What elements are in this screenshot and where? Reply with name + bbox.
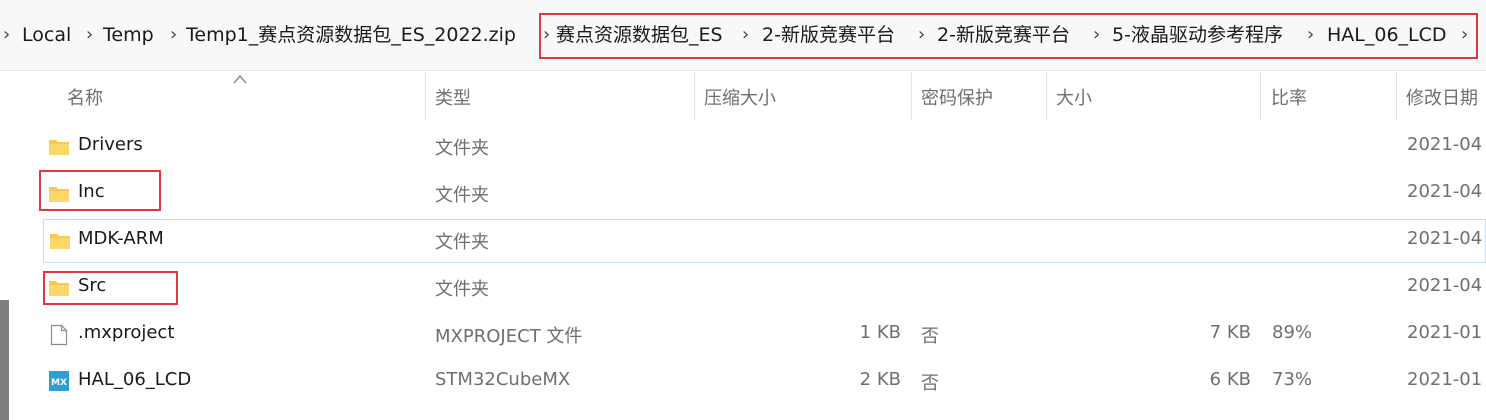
column-divider[interactable] (1260, 72, 1261, 120)
file-modified: 2021-04 (1407, 228, 1483, 249)
file-modified: 2021-01 (1407, 322, 1483, 343)
breadcrumb-chevron-icon[interactable]: › (543, 22, 550, 48)
file-modified: 2021-04 (1407, 181, 1483, 202)
file-type: MXPROJECT 文件 (435, 326, 583, 347)
column-header-ratio[interactable]: 比率 (1271, 84, 1307, 110)
file-type: 文件夹 (435, 279, 489, 300)
address-bar[interactable]: › Local › Temp › Temp1_赛点资源数据包_ES_2022.z… (0, 0, 1486, 71)
column-divider[interactable] (1396, 72, 1397, 120)
breadcrumb-item-platform-2[interactable]: 2-新版竞赛平台 (937, 22, 1070, 48)
column-header-password[interactable]: 密码保护 (921, 84, 993, 110)
breadcrumb-item-hal06[interactable]: HAL_06_LCD (1327, 22, 1447, 48)
breadcrumb-item-zip[interactable]: Temp1_赛点资源数据包_ES_2022.zip (186, 22, 516, 48)
file-password-protected: 否 (921, 326, 939, 347)
folder-icon (50, 234, 70, 249)
column-header-size[interactable]: 大小 (1056, 84, 1092, 110)
file-row-drivers[interactable]: Drivers 文件夹 2021-04 (15, 125, 1486, 169)
file-compressed-size: 2 KB (859, 369, 901, 390)
file-ratio: 89% (1272, 322, 1313, 343)
column-divider[interactable] (425, 72, 426, 120)
file-name[interactable]: .mxproject (78, 322, 174, 343)
document-icon (50, 324, 68, 346)
file-row-src[interactable]: Src 文件夹 2021-04 (15, 266, 1486, 310)
breadcrumb-chevron-icon[interactable]: › (1093, 22, 1100, 48)
scrollbar-left-edge (0, 300, 9, 420)
column-header-modified[interactable]: 修改日期 (1406, 84, 1478, 110)
folder-icon (49, 281, 69, 296)
folder-icon (49, 140, 69, 155)
column-header-compressed-size[interactable]: 压缩大小 (704, 84, 776, 110)
stm32cubemx-icon: MX (49, 371, 69, 391)
breadcrumb-chevron-icon[interactable]: › (1307, 22, 1314, 48)
file-name[interactable]: HAL_06_LCD (78, 369, 191, 390)
file-modified: 2021-04 (1407, 134, 1483, 155)
file-name[interactable]: Drivers (78, 134, 143, 155)
sort-ascending-icon (233, 74, 247, 84)
file-name[interactable]: Inc (78, 181, 105, 202)
file-password-protected: 否 (921, 373, 939, 394)
file-modified: 2021-01 (1407, 369, 1483, 390)
file-size: 6 KB (1209, 369, 1251, 390)
file-size: 7 KB (1209, 322, 1251, 343)
file-row-mdk-arm[interactable]: MDK-ARM 文件夹 2021-04 (43, 219, 1486, 263)
column-divider[interactable] (911, 72, 912, 120)
breadcrumb-item-platform-1[interactable]: 2-新版竞赛平台 (762, 22, 895, 48)
breadcrumb-chevron-icon[interactable]: › (86, 22, 93, 48)
file-row-inc[interactable]: Inc 文件夹 2021-04 (15, 172, 1486, 216)
breadcrumb-item-lcd-driver[interactable]: 5-液晶驱动参考程序 (1112, 22, 1283, 48)
file-name[interactable]: Src (78, 275, 106, 296)
breadcrumb-item-es[interactable]: 赛点资源数据包_ES (556, 22, 723, 48)
file-modified: 2021-04 (1407, 275, 1483, 296)
breadcrumb-chevron-icon[interactable]: › (742, 22, 749, 48)
file-type: 文件夹 (435, 138, 489, 159)
breadcrumb-chevron-icon[interactable]: › (170, 22, 177, 48)
folder-icon (49, 187, 69, 202)
file-row-hal-06-lcd[interactable]: MX HAL_06_LCD STM32CubeMX 2 KB 否 6 KB 73… (15, 360, 1486, 404)
breadcrumb-item-local[interactable]: Local (22, 22, 71, 48)
column-divider[interactable] (1046, 72, 1047, 120)
file-row-mxproject[interactable]: .mxproject MXPROJECT 文件 1 KB 否 7 KB 89% … (15, 313, 1486, 357)
column-header-type[interactable]: 类型 (435, 84, 471, 110)
file-type: 文件夹 (435, 232, 489, 253)
column-divider[interactable] (694, 72, 695, 120)
file-name[interactable]: MDK-ARM (78, 228, 164, 249)
breadcrumb-chevron-icon: › (3, 24, 11, 45)
mx-icon-text: MX (51, 378, 67, 388)
column-header-name[interactable]: 名称 (67, 84, 103, 110)
breadcrumb-chevron-icon[interactable]: › (918, 22, 925, 48)
file-type: 文件夹 (435, 185, 489, 206)
file-type: STM32CubeMX (435, 369, 571, 390)
file-compressed-size: 1 KB (859, 322, 901, 343)
breadcrumb-chevron-icon[interactable]: › (1461, 22, 1468, 48)
file-ratio: 73% (1272, 369, 1313, 390)
breadcrumb-item-temp[interactable]: Temp (103, 22, 154, 48)
